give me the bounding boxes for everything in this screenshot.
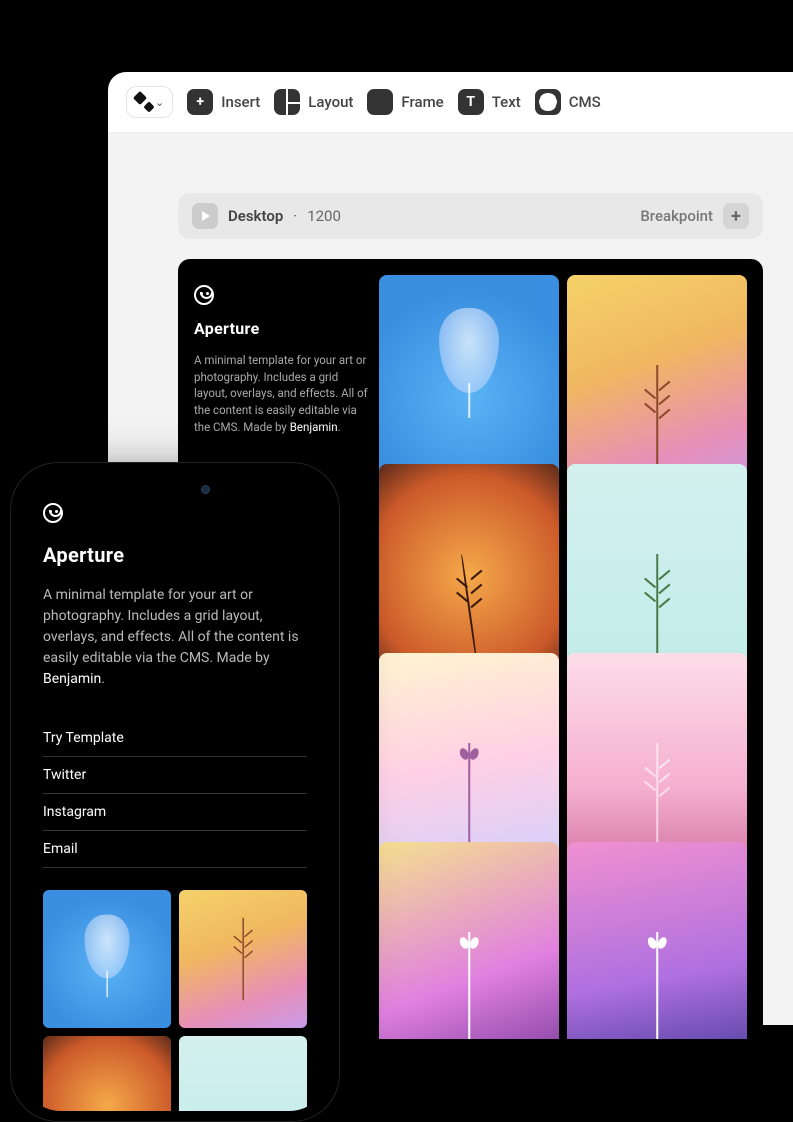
gallery-tile[interactable] (179, 890, 307, 1028)
breakpoint-separator: · (293, 207, 297, 225)
site-description: A minimal template for your art or photo… (194, 352, 369, 435)
site-title: Aperture (194, 319, 369, 338)
gallery-tile[interactable] (43, 1036, 171, 1111)
tool-label: Insert (221, 93, 260, 111)
site-title: Aperture (43, 543, 307, 567)
link-email[interactable]: Email (43, 831, 307, 868)
breakpoint-bar: Desktop · 1200 Breakpoint + (178, 193, 763, 239)
gallery-tile[interactable] (43, 890, 171, 1028)
tool-text[interactable]: T Text (458, 89, 521, 115)
gallery-grid (379, 275, 747, 1023)
tool-insert[interactable]: + Insert (187, 89, 260, 115)
smiley-icon (43, 503, 63, 523)
top-toolbar: ⌄ + Insert Layout Frame T Text CMS (108, 72, 793, 133)
smiley-icon (194, 285, 214, 305)
site-description: A minimal template for your art or photo… (43, 585, 307, 690)
gallery-tile[interactable] (379, 842, 559, 1039)
frame-icon (367, 89, 393, 115)
gallery-tile[interactable] (567, 842, 747, 1039)
tool-cms[interactable]: CMS (535, 89, 601, 115)
breakpoint-device: Desktop (228, 207, 283, 225)
layout-icon (274, 89, 300, 115)
cms-icon (535, 89, 561, 115)
phone-screen: Aperture A minimal template for your art… (21, 473, 329, 1111)
text-icon: T (458, 89, 484, 115)
tool-frame[interactable]: Frame (367, 89, 443, 115)
play-icon[interactable] (192, 203, 218, 229)
link-twitter[interactable]: Twitter (43, 757, 307, 794)
phone-notch (110, 475, 240, 499)
breakpoint-label: Breakpoint (640, 207, 713, 225)
tool-label: Text (492, 93, 521, 111)
breakpoint-size: 1200 (307, 207, 341, 225)
app-menu-button[interactable]: ⌄ (126, 86, 173, 118)
plus-icon: + (187, 89, 213, 115)
add-breakpoint-button[interactable]: + (723, 203, 749, 229)
tool-label: Frame (401, 93, 443, 111)
tool-label: CMS (569, 93, 601, 111)
link-try-template[interactable]: Try Template (43, 720, 307, 757)
phone-links: Try Template Twitter Instagram Email (43, 720, 307, 868)
phone-gallery-grid (43, 890, 307, 1111)
link-instagram[interactable]: Instagram (43, 794, 307, 831)
tool-label: Layout (308, 93, 353, 111)
framer-logo-icon (135, 93, 153, 111)
tool-layout[interactable]: Layout (274, 89, 353, 115)
gallery-tile[interactable] (179, 1036, 307, 1111)
phone-mockup: Aperture A minimal template for your art… (10, 462, 340, 1122)
chevron-down-icon: ⌄ (155, 96, 164, 109)
